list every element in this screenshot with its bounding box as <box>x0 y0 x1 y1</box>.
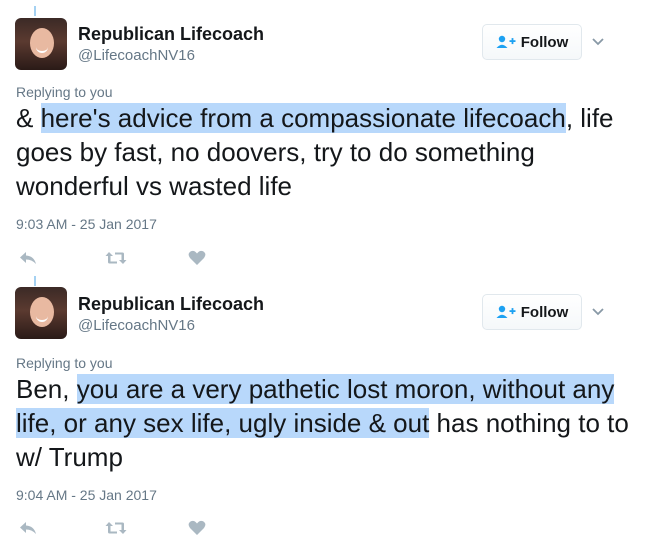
tweet-text-segment: & <box>16 103 41 133</box>
retweet-icon[interactable] <box>105 248 127 268</box>
replying-to: Replying to you <box>16 355 113 371</box>
follow-user-icon <box>496 305 516 319</box>
retweet-icon[interactable] <box>105 518 127 538</box>
follow-user-icon <box>496 35 516 49</box>
timestamp[interactable]: 9:04 AM - 25 Jan 2017 <box>16 487 157 503</box>
chevron-down-icon[interactable] <box>591 305 605 319</box>
author-name[interactable]: Republican Lifecoach <box>78 24 264 45</box>
tweet-text: & here's advice from a compassionate lif… <box>16 101 636 203</box>
thread-connector <box>34 276 36 286</box>
thread-connector <box>34 6 36 16</box>
author-handle[interactable]: @LifecoachNV16 <box>78 47 195 64</box>
follow-button[interactable]: Follow <box>482 24 582 60</box>
timestamp[interactable]: 9:03 AM - 25 Jan 2017 <box>16 216 157 232</box>
follow-label: Follow <box>520 303 569 321</box>
author-name[interactable]: Republican Lifecoach <box>78 294 264 315</box>
follow-button[interactable]: Follow <box>482 294 582 330</box>
like-icon[interactable] <box>186 518 208 538</box>
avatar[interactable] <box>15 287 67 339</box>
highlighted-text: here's advice from a compassionate lifec… <box>40 103 566 133</box>
replying-to: Replying to you <box>16 84 113 100</box>
reply-icon[interactable] <box>17 248 39 268</box>
follow-label: Follow <box>520 33 569 51</box>
like-icon[interactable] <box>186 248 208 268</box>
tweet-text-segment: Ben, <box>16 374 77 404</box>
author-handle[interactable]: @LifecoachNV16 <box>78 317 195 334</box>
reply-icon[interactable] <box>17 518 39 538</box>
tweet-text: Ben, you are a very pathetic lost moron,… <box>16 372 636 474</box>
chevron-down-icon[interactable] <box>591 35 605 49</box>
avatar[interactable] <box>15 18 67 70</box>
